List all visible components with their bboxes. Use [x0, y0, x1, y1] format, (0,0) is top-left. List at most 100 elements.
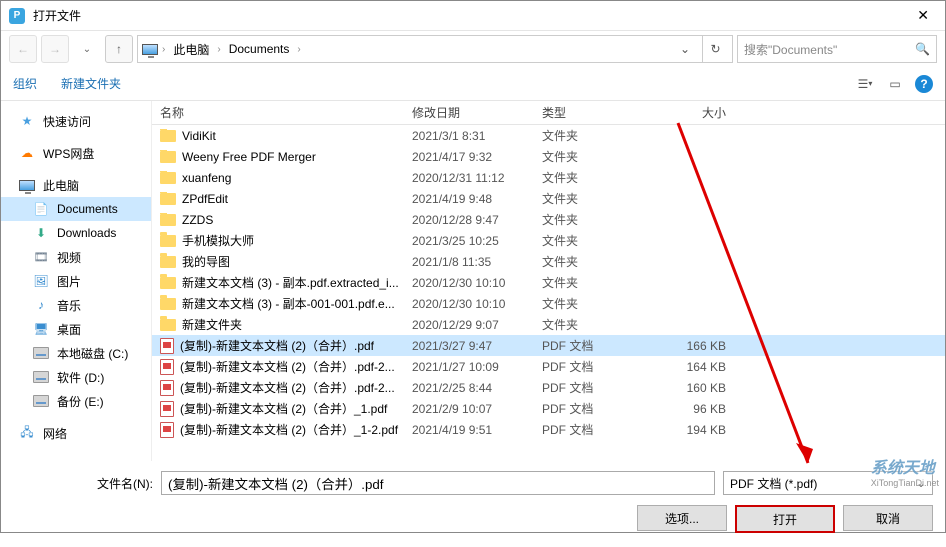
app-icon: P [9, 8, 25, 24]
file-date: 2020/12/29 9:07 [412, 318, 542, 332]
refresh-icon[interactable]: ↻ [702, 36, 728, 62]
col-size[interactable]: 大小 [652, 104, 742, 121]
pc-icon [142, 42, 158, 56]
title-bar: P 打开文件 ✕ [1, 1, 945, 31]
col-name[interactable]: 名称 [152, 104, 412, 121]
sidebar-quick-access[interactable]: ★快速访问 [1, 109, 151, 133]
sidebar-videos[interactable]: 🎞视频 [1, 245, 151, 269]
file-type: PDF 文档 [542, 379, 652, 396]
sidebar-drive-c[interactable]: 本地磁盘 (C:) [1, 341, 151, 365]
desktop-icon: 🖥 [33, 322, 49, 336]
file-name: (复制)-新建文本文档 (2)（合并）_1-2.pdf [180, 421, 398, 438]
file-type: 文件夹 [542, 232, 652, 249]
folder-icon [160, 235, 176, 247]
file-name: VidiKit [182, 129, 216, 143]
file-date: 2021/1/27 10:09 [412, 360, 542, 374]
search-icon[interactable]: 🔍 [915, 42, 930, 56]
sidebar-drive-d[interactable]: 软件 (D:) [1, 365, 151, 389]
file-row[interactable]: 手机模拟大师 2021/3/25 10:25文件夹 [152, 230, 945, 251]
file-date: 2021/4/19 9:48 [412, 192, 542, 206]
folder-icon [160, 214, 176, 226]
pdf-icon [160, 359, 174, 375]
file-date: 2021/1/8 11:35 [412, 255, 542, 269]
file-date: 2021/2/25 8:44 [412, 381, 542, 395]
sidebar-documents[interactable]: 📄Documents [1, 197, 151, 221]
preview-pane-icon[interactable]: ▭ [885, 76, 905, 92]
file-type: 文件夹 [542, 295, 652, 312]
file-type: 文件夹 [542, 211, 652, 228]
file-row[interactable]: (复制)-新建文本文档 (2)（合并）.pdf2021/3/27 9:47PDF… [152, 335, 945, 356]
cancel-button[interactable]: 取消 [843, 505, 933, 531]
file-row[interactable]: xuanfeng2020/12/31 11:12文件夹 [152, 167, 945, 188]
file-row[interactable]: (复制)-新建文本文档 (2)（合并）_1-2.pdf2021/4/19 9:5… [152, 419, 945, 440]
file-date: 2021/3/25 10:25 [412, 234, 542, 248]
file-type: 文件夹 [542, 316, 652, 333]
drive-icon [33, 370, 49, 384]
sidebar-wps[interactable]: ☁WPS网盘 [1, 141, 151, 165]
file-row[interactable]: VidiKit2021/3/1 8:31文件夹 [152, 125, 945, 146]
sidebar-desktop[interactable]: 🖥桌面 [1, 317, 151, 341]
toolbar: 组织 新建文件夹 ☰▾ ▭ ? [1, 67, 945, 101]
file-name: 手机模拟大师 [182, 232, 254, 249]
view-mode-icon[interactable]: ☰▾ [855, 76, 875, 92]
footer: 文件名(N): PDF 文档 (*.pdf) ⌄ 选项... 打开 取消 [1, 461, 945, 547]
file-date: 2020/12/31 11:12 [412, 171, 542, 185]
col-date[interactable]: 修改日期 [412, 104, 542, 121]
open-button[interactable]: 打开 [735, 505, 835, 533]
sidebar-pictures[interactable]: 🖼图片 [1, 269, 151, 293]
download-icon: ⬇ [33, 226, 49, 240]
file-type: 文件夹 [542, 148, 652, 165]
search-placeholder: 搜索"Documents" [744, 41, 837, 58]
file-row[interactable]: Weeny Free PDF Merger2021/4/17 9:32文件夹 [152, 146, 945, 167]
file-date: 2021/2/9 10:07 [412, 402, 542, 416]
file-name: (复制)-新建文本文档 (2)（合并）.pdf [180, 337, 374, 354]
chevron-right-icon: › [162, 44, 165, 55]
file-name: (复制)-新建文本文档 (2)（合并）.pdf-2... [180, 379, 395, 396]
breadcrumb-dropdown[interactable]: ⌄ [672, 36, 698, 62]
sidebar-music[interactable]: ♪音乐 [1, 293, 151, 317]
file-row[interactable]: (复制)-新建文本文档 (2)（合并）.pdf-2...2021/1/27 10… [152, 356, 945, 377]
up-button[interactable]: ↑ [105, 35, 133, 63]
watermark: 系统天地 XiTongTianDi.net [871, 454, 939, 488]
image-icon: 🖼 [33, 274, 49, 288]
sidebar-downloads[interactable]: ⬇Downloads [1, 221, 151, 245]
pdf-icon [160, 401, 174, 417]
recent-button[interactable]: ⌄ [73, 35, 101, 63]
options-button[interactable]: 选项... [637, 505, 727, 531]
back-button[interactable]: ← [9, 35, 37, 63]
file-row[interactable]: 我的导图2021/1/8 11:35文件夹 [152, 251, 945, 272]
filename-input[interactable] [161, 471, 715, 495]
folder-icon [160, 151, 176, 163]
col-type[interactable]: 类型 [542, 104, 652, 121]
folder-icon [160, 193, 176, 205]
sidebar-network[interactable]: 🖧网络 [1, 421, 151, 445]
file-row[interactable]: 新建文件夹2020/12/29 9:07文件夹 [152, 314, 945, 335]
file-date: 2021/3/27 9:47 [412, 339, 542, 353]
file-row[interactable]: (复制)-新建文本文档 (2)（合并）_1.pdf2021/2/9 10:07P… [152, 398, 945, 419]
file-row[interactable]: (复制)-新建文本文档 (2)（合并）.pdf-2... 2021/2/25 8:… [152, 377, 945, 398]
pc-icon [19, 178, 35, 192]
file-name: 新建文本文档 (3) - 副本-001-001.pdf.e... [182, 295, 395, 312]
organize-menu[interactable]: 组织 [13, 75, 37, 92]
new-folder-button[interactable]: 新建文件夹 [61, 75, 121, 92]
document-icon: 📄 [33, 202, 49, 216]
search-input[interactable]: 搜索"Documents" 🔍 [737, 35, 937, 63]
file-size: 194 KB [652, 423, 742, 437]
sidebar-drive-e[interactable]: 备份 (E:) [1, 389, 151, 413]
close-icon[interactable]: ✕ [909, 3, 937, 28]
help-icon[interactable]: ? [915, 75, 933, 93]
file-date: 2021/4/17 9:32 [412, 150, 542, 164]
breadcrumb-root[interactable]: 此电脑 [169, 39, 213, 60]
breadcrumb[interactable]: › 此电脑 › Documents › ⌄ ↻ [137, 35, 733, 63]
star-icon: ★ [19, 114, 35, 128]
file-row[interactable]: 新建文本文档 (3) - 副本-001-001.pdf.e...2020/12/… [152, 293, 945, 314]
file-size: 96 KB [652, 402, 742, 416]
file-name: 我的导图 [182, 253, 230, 270]
file-row[interactable]: ZZDS2020/12/28 9:47文件夹 [152, 209, 945, 230]
forward-button[interactable]: → [41, 35, 69, 63]
file-row[interactable]: ZPdfEdit2021/4/19 9:48文件夹 [152, 188, 945, 209]
drive-icon [33, 394, 49, 408]
file-row[interactable]: 新建文本文档 (3) - 副本.pdf.extracted_i...2020/1… [152, 272, 945, 293]
sidebar-this-pc[interactable]: 此电脑 [1, 173, 151, 197]
breadcrumb-folder[interactable]: Documents [225, 40, 294, 58]
